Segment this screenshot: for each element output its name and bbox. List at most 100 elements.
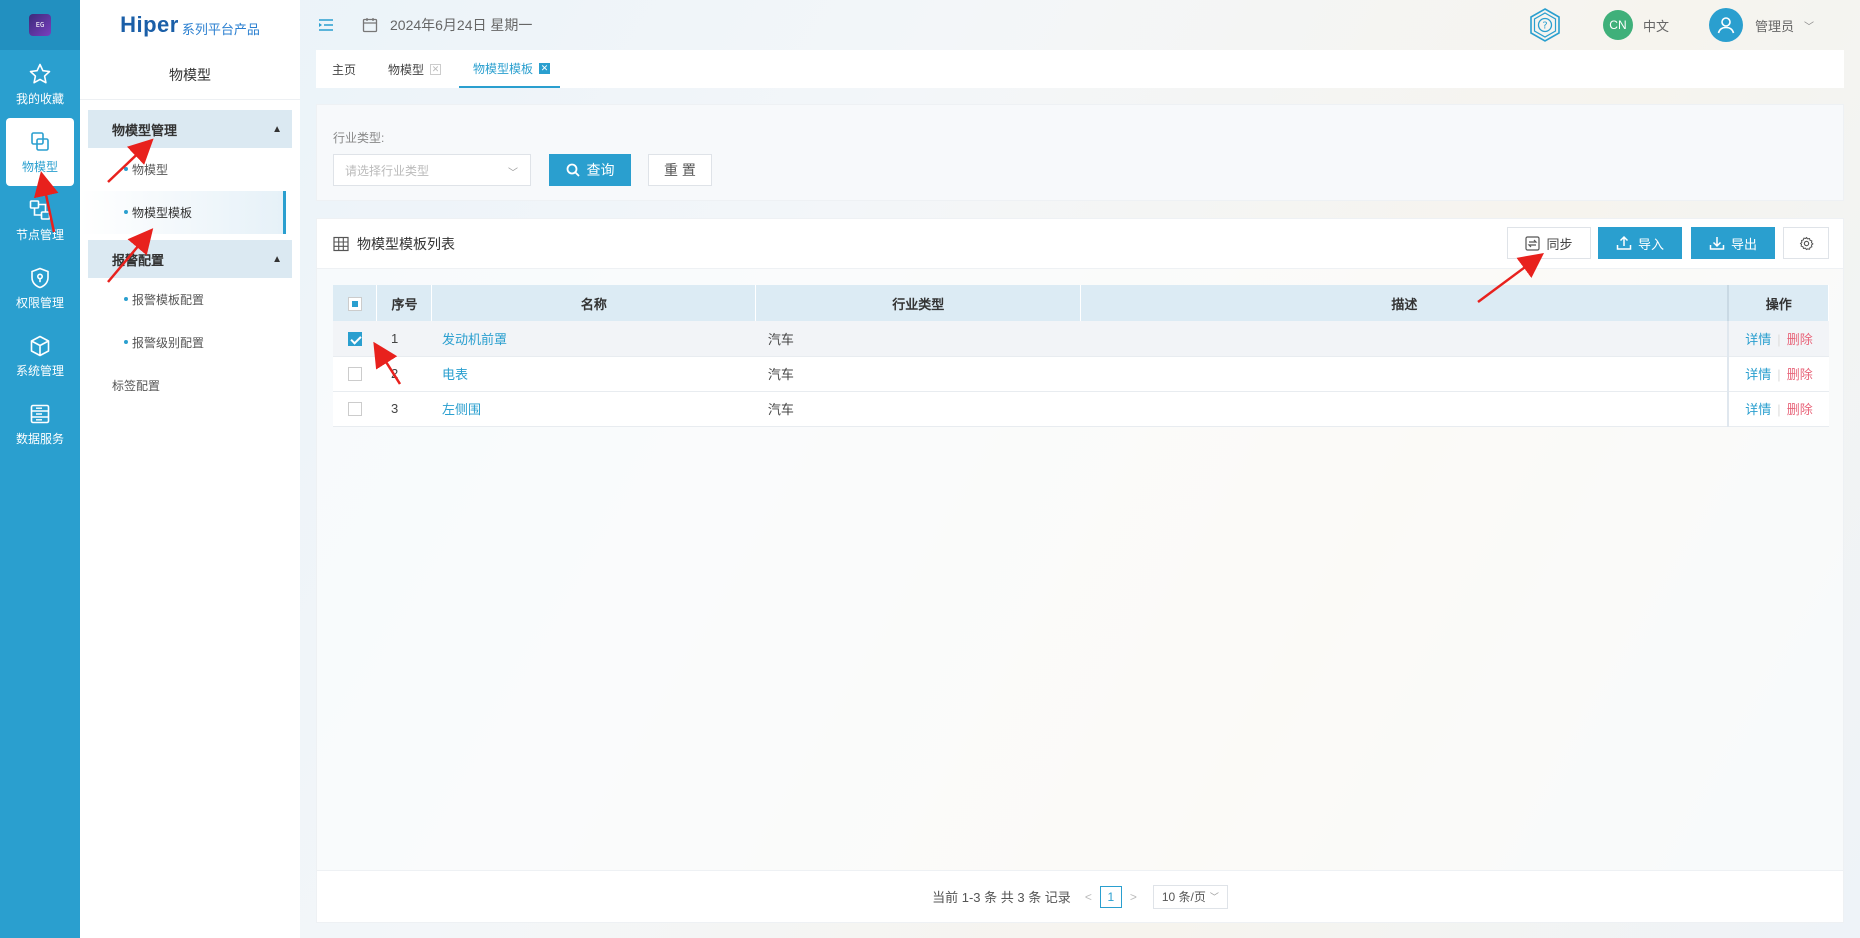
menu-group-label: 报警配置 bbox=[112, 252, 165, 268]
menu-item-label: 报警模板配置 bbox=[132, 293, 205, 307]
rail-item-nodes[interactable]: 节点管理 bbox=[0, 186, 80, 254]
menu-item-label: 报警级别配置 bbox=[132, 336, 205, 350]
export-button-label: 导出 bbox=[1730, 236, 1757, 252]
row-checkbox[interactable] bbox=[347, 367, 362, 382]
row-type: 汽车 bbox=[755, 321, 1081, 357]
pagination-summary: 当前 1-3 条 共 3 条 记录 bbox=[932, 890, 1071, 905]
tab-label: 物模型模板 bbox=[473, 61, 534, 76]
rail-item-model[interactable]: 物模型 bbox=[6, 118, 74, 186]
menu-item-model-template[interactable]: 物模型模板 bbox=[80, 191, 286, 234]
help-icon[interactable]: ? bbox=[1527, 7, 1563, 43]
detail-link[interactable]: 详情 bbox=[1745, 332, 1771, 347]
close-icon[interactable]: ✕ bbox=[539, 62, 551, 74]
table-header-row: 序号 名称 行业类型 描述 操作 bbox=[333, 285, 1830, 321]
industry-type-label: 行业类型: bbox=[333, 131, 385, 145]
rail-label: 数据服务 bbox=[15, 431, 64, 446]
query-button-label: 查询 bbox=[586, 162, 615, 178]
app-logo[interactable]: EG bbox=[0, 0, 80, 50]
template-table: 序号 名称 行业类型 描述 操作 1 发动机前罩 汽车 详情 | 删除 2 电表 汽… bbox=[333, 285, 1830, 427]
table-row[interactable]: 2 电表 汽车 详情 | 删除 bbox=[333, 356, 1829, 392]
user-name[interactable]: 管理员 bbox=[1755, 16, 1794, 35]
select-all-checkbox[interactable] bbox=[347, 296, 362, 311]
column-header-index: 序号 bbox=[376, 285, 433, 321]
sync-button-label: 同步 bbox=[1546, 236, 1573, 252]
menu-item-model[interactable]: 物模型 bbox=[80, 148, 300, 191]
menu-group-model-management[interactable]: 物模型管理 ▲ bbox=[88, 110, 292, 148]
row-ops: 详情 | 删除 bbox=[1727, 356, 1829, 392]
row-select-cell[interactable] bbox=[333, 391, 377, 427]
user-avatar[interactable] bbox=[1708, 8, 1743, 42]
industry-type-select[interactable]: 请选择行业类型 ﹀ bbox=[333, 154, 531, 186]
menu-group-alarm-config[interactable]: 报警配置 ▲ bbox=[88, 240, 292, 278]
table-row[interactable]: 3 左侧围 汽车 详情 | 删除 bbox=[333, 391, 1829, 427]
upload-icon bbox=[1616, 235, 1632, 250]
rail-item-data[interactable]: 数据服务 bbox=[0, 390, 80, 458]
detail-link[interactable]: 详情 bbox=[1745, 367, 1771, 382]
download-icon bbox=[1709, 237, 1725, 250]
language-label[interactable]: 中文 bbox=[1643, 16, 1669, 35]
import-button[interactable]: 导入 bbox=[1598, 227, 1682, 259]
query-button[interactable]: 查询 bbox=[549, 154, 631, 186]
rail-item-permissions[interactable]: 权限管理 bbox=[0, 254, 80, 322]
sync-button[interactable]: 同步 bbox=[1507, 227, 1591, 259]
app-logo-icon: EG bbox=[29, 14, 51, 36]
select-placeholder: 请选择行业类型 bbox=[345, 163, 430, 178]
next-page-icon[interactable]: > bbox=[1130, 890, 1137, 904]
rail-label: 物模型 bbox=[21, 159, 58, 174]
close-icon[interactable]: ✕ bbox=[430, 63, 442, 75]
submenu-title: 物模型 bbox=[80, 50, 300, 100]
brand: Hiper 系列平台产品 bbox=[80, 0, 300, 50]
row-name-link[interactable]: 电表 bbox=[442, 367, 468, 382]
export-button[interactable]: 导出 bbox=[1691, 227, 1775, 259]
rail-label: 系统管理 bbox=[15, 363, 64, 378]
tab-model-template[interactable]: 物模型模板 ✕ bbox=[459, 50, 561, 88]
chevron-up-icon: ▲ bbox=[272, 123, 282, 135]
page-size-select[interactable]: 10 条/页 ﹀ bbox=[1152, 884, 1228, 909]
row-checkbox[interactable] bbox=[347, 332, 362, 347]
search-icon bbox=[566, 163, 580, 177]
tab-model[interactable]: 物模型 ✕ bbox=[388, 50, 457, 88]
menu-group-label: 物模型管理 bbox=[112, 122, 178, 138]
rail-label: 节点管理 bbox=[15, 227, 64, 242]
brand-name: Hiper bbox=[120, 12, 179, 37]
rail-item-system[interactable]: 系统管理 bbox=[0, 322, 80, 390]
op-divider: | bbox=[1777, 331, 1781, 347]
table-row[interactable]: 1 发动机前罩 汽车 详情 | 删除 bbox=[333, 321, 1829, 357]
row-name-cell: 左侧围 bbox=[431, 391, 756, 427]
row-name-link[interactable]: 发动机前罩 bbox=[442, 332, 507, 347]
delete-link[interactable]: 删除 bbox=[1787, 402, 1813, 417]
row-select-cell[interactable] bbox=[333, 356, 377, 392]
rail-label: 权限管理 bbox=[15, 295, 64, 310]
reset-button[interactable]: 重 置 bbox=[648, 154, 712, 186]
menu-item-alarm-template[interactable]: 报警模板配置 bbox=[80, 278, 300, 321]
tab-home[interactable]: 主页 bbox=[332, 50, 372, 88]
row-checkbox[interactable] bbox=[347, 402, 362, 417]
icon-rail: EG 我的收藏 物模型 节点管理 权限管理 系统管理 数据服务 bbox=[0, 0, 80, 938]
rail-item-favorites[interactable]: 我的收藏 bbox=[0, 50, 80, 118]
model-icon bbox=[31, 131, 49, 151]
row-name-link[interactable]: 左侧围 bbox=[442, 402, 481, 417]
row-select-cell[interactable] bbox=[333, 321, 377, 357]
chevron-down-icon: ﹀ bbox=[508, 168, 518, 179]
menu-item-label: 物模型 bbox=[132, 163, 169, 177]
menu-item-tag-config[interactable]: 标签配置 bbox=[80, 364, 300, 407]
detail-link[interactable]: 详情 bbox=[1745, 402, 1771, 417]
column-settings-button[interactable] bbox=[1783, 227, 1829, 259]
top-right-area: ? CN 中文 管理员 ﹀ bbox=[1527, 0, 1860, 50]
delete-link[interactable]: 删除 bbox=[1787, 332, 1813, 347]
tab-label: 物模型 bbox=[388, 62, 425, 77]
chevron-down-icon[interactable]: ﹀ bbox=[1804, 18, 1814, 33]
rail-label: 我的收藏 bbox=[15, 91, 64, 106]
shield-icon bbox=[31, 267, 49, 288]
select-all-cell[interactable] bbox=[333, 285, 378, 321]
filter-panel: 行业类型: 请选择行业类型 ﹀ 查询 重 置 bbox=[316, 104, 1844, 201]
language-badge[interactable]: CN bbox=[1602, 10, 1633, 40]
page-tabs: 主页 物模型 ✕ 物模型模板 ✕ bbox=[316, 50, 1844, 88]
menu-item-alarm-level[interactable]: 报警级别配置 bbox=[80, 321, 300, 364]
row-desc bbox=[1080, 391, 1729, 427]
menu-toggle-icon[interactable] bbox=[318, 17, 334, 33]
page-number[interactable]: 1 bbox=[1099, 885, 1122, 908]
delete-link[interactable]: 删除 bbox=[1787, 367, 1813, 382]
tab-label: 主页 bbox=[332, 62, 357, 77]
prev-page-icon[interactable]: < bbox=[1085, 890, 1092, 904]
